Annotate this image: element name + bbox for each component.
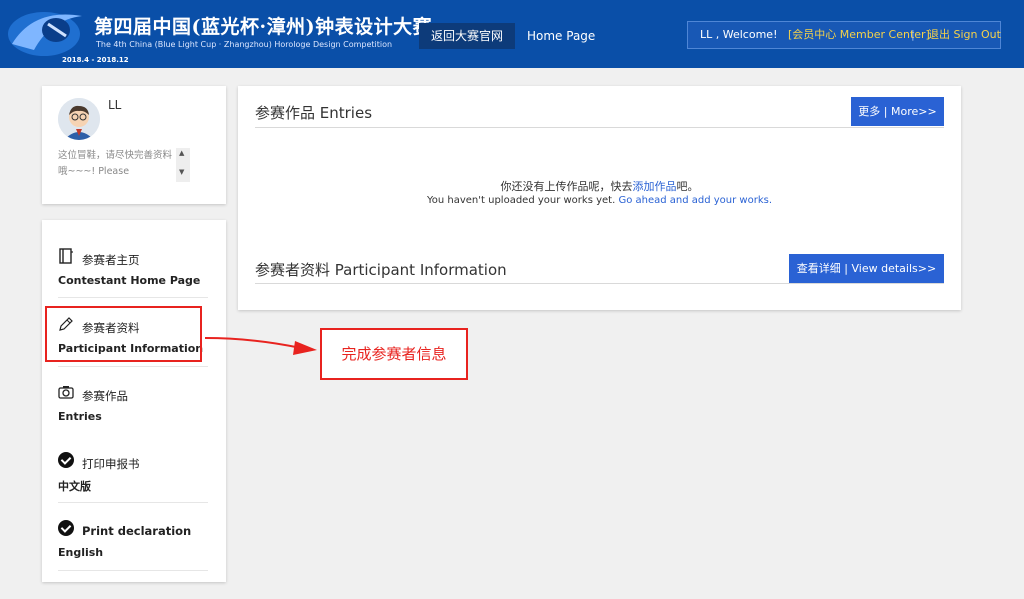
- entries-section-title: 参赛作品 Entries: [255, 104, 373, 122]
- back-to-official-site-button[interactable]: 返回大赛官网: [419, 23, 515, 49]
- home-page-link[interactable]: Home Page: [527, 23, 595, 49]
- sidebar-item-label-en: English: [58, 546, 104, 559]
- section-divider: [255, 283, 944, 284]
- notebook-icon: [58, 248, 74, 264]
- sidebar-item-print-application-chinese[interactable]: 打印申报书 中文版: [58, 446, 208, 502]
- sidebar-item-label-zh: 打印申报书: [82, 457, 140, 471]
- participant-section-title: 参赛者资料 Participant Information: [255, 261, 507, 279]
- bio-scrollbar[interactable]: ▲ ▼: [176, 148, 190, 182]
- competition-date: 2018.4 - 2018.12: [62, 56, 129, 64]
- profile-bio-textarea[interactable]: 这位冒鞋，请尽快完善资料哦~~~! Please: [58, 148, 176, 184]
- scroll-up-icon[interactable]: ▲: [179, 149, 184, 157]
- view-details-button[interactable]: 查看详细 | View details>>: [789, 254, 944, 283]
- profile-card: LL 这位冒鞋，请尽快完善资料哦~~~! Please ▲ ▼: [42, 86, 226, 204]
- check-circle-icon: [58, 452, 74, 468]
- empty-entries-message-zh: 你还没有上传作品呢，快去添加作品吧。: [238, 178, 961, 194]
- sidebar-item-label-zh: Print declaration: [82, 524, 192, 538]
- sidebar-item-label-en: Contestant Home Page: [58, 274, 201, 287]
- sidebar-menu: 参赛者主页 Contestant Home Page 参赛者资料 Partici…: [42, 220, 226, 582]
- empty-message-text: 你还没有上传作品呢，快去: [500, 180, 633, 193]
- empty-message-suffix: 吧。: [676, 180, 699, 193]
- menu-divider: [58, 570, 208, 571]
- site-header: 第四届中国(蓝光杯·漳州)钟表设计大赛 The 4th China (Blue …: [0, 0, 1024, 68]
- sidebar-item-label-zh: 参赛者主页: [82, 253, 140, 267]
- sidebar-item-entries[interactable]: 参赛作品 Entries: [58, 378, 208, 434]
- section-divider: [255, 127, 944, 128]
- more-entries-button[interactable]: 更多 | More>>: [851, 97, 944, 126]
- dashboard-card: 参赛作品 Entries 更多 | More>> 你还没有上传作品呢，快去添加作…: [238, 86, 961, 310]
- user-bar: LL , Welcome! [会员中心 Member Center] | 退出 …: [687, 21, 1001, 49]
- competition-title: 第四届中国(蓝光杯·漳州)钟表设计大赛: [94, 16, 433, 38]
- empty-message-text-en: You haven't uploaded your works yet.: [426, 195, 616, 206]
- add-entry-link-en[interactable]: Go ahead and add your works.: [618, 195, 772, 206]
- add-entry-link-zh[interactable]: 添加作品: [633, 180, 677, 193]
- avatar[interactable]: [58, 98, 100, 140]
- highlight-frame: [45, 306, 202, 362]
- competition-subtitle: The 4th China (Blue Light Cup · Zhangzho…: [96, 40, 393, 49]
- empty-entries-message-en: You haven't uploaded your works yet. Go …: [238, 195, 961, 206]
- menu-divider: [58, 502, 208, 503]
- username: LL: [108, 98, 122, 112]
- sidebar-item-label-en: Entries: [58, 410, 102, 423]
- sidebar-item-label-en: 中文版: [58, 480, 91, 493]
- competition-logo-icon: [4, 4, 88, 62]
- sidebar-item-print-declaration-english[interactable]: Print declaration English: [58, 514, 208, 570]
- user-bar-separator: |: [911, 28, 915, 41]
- check-circle-icon: [58, 520, 74, 536]
- menu-divider: [58, 297, 208, 298]
- sidebar-item-label-zh: 参赛作品: [82, 389, 128, 403]
- camera-icon: [58, 384, 74, 400]
- scroll-down-icon[interactable]: ▼: [179, 168, 184, 176]
- member-center-link[interactable]: [会员中心 Member Center]: [788, 22, 930, 48]
- welcome-text: LL , Welcome!: [700, 28, 778, 41]
- sidebar-item-contestant-home[interactable]: 参赛者主页 Contestant Home Page: [58, 242, 208, 298]
- annotation-arrow-icon: [204, 337, 317, 355]
- annotation-callout: 完成参赛者信息: [320, 328, 468, 380]
- menu-divider: [58, 366, 208, 367]
- sign-out-link[interactable]: 退出 Sign Out: [928, 22, 1001, 48]
